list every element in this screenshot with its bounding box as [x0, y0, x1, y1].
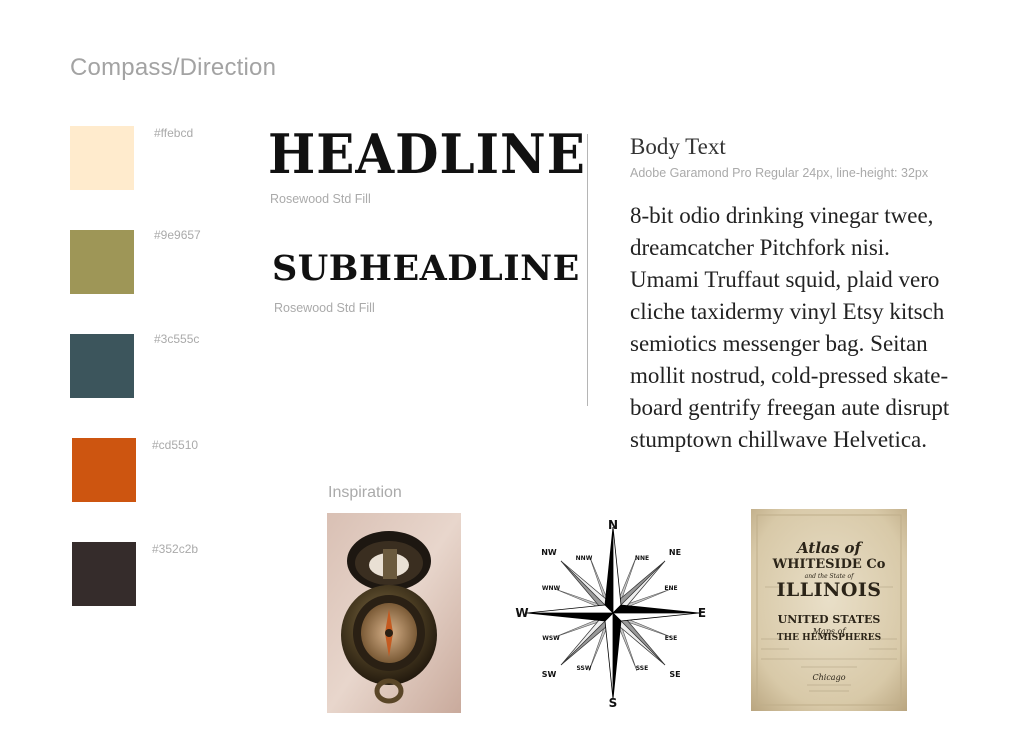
compass-rose-image: N E S W NE SE SW NW NNE ENE ESE SSE SSW … — [508, 514, 712, 710]
rose-label-sw: SW — [542, 670, 557, 679]
rose-label-w: W — [515, 606, 528, 620]
swatch-hex-label: #352c2b — [152, 542, 199, 556]
subheadline-font-caption: Rosewood Std Fill — [274, 301, 375, 315]
body-text-line: stumptown chillwave Helvetica. — [630, 427, 928, 452]
compass-photo — [327, 513, 461, 713]
headline-sample: HEADLINE — [268, 122, 586, 186]
rose-label-wnw: WNW — [542, 585, 561, 592]
rose-label-nw: NW — [541, 548, 557, 557]
compass-rose-illustration: N E S W NE SE SW NW NNE ENE ESE SSE SSW … — [515, 518, 706, 710]
rose-label-nnw: NNW — [576, 555, 593, 562]
rose-label-wsw: WSW — [542, 635, 560, 642]
rose-label-ssw: SSW — [577, 665, 592, 672]
rose-label-se: SE — [669, 670, 680, 679]
headline-font-caption: Rosewood Std Fill — [270, 192, 371, 206]
rose-label-nne: NNE — [635, 555, 649, 562]
rose-label-s: S — [609, 696, 618, 710]
page-title: Compass/Direction — [70, 54, 277, 81]
vertical-divider — [587, 134, 588, 406]
atlas-line: WHITESIDE Co — [772, 557, 886, 572]
swatch-hex-label: #3c555c — [154, 332, 200, 346]
body-text-line: semiotics messenger bag. Seitan — [630, 331, 928, 356]
body-text-title: Body Text — [630, 134, 726, 159]
rose-label-ese: ESE — [665, 635, 678, 642]
body-text-line: 8-bit odio drinking vinegar twee, — [630, 203, 934, 228]
swatch-hex-label: #cd5510 — [152, 438, 199, 452]
atlas-cover-image: Atlas of WHITESIDE Co and the State of I… — [751, 509, 907, 711]
rose-label-ene: ENE — [664, 585, 677, 592]
color-swatch — [70, 126, 134, 190]
rose-label-ne: NE — [669, 548, 681, 557]
rose-label-e: E — [698, 606, 706, 620]
atlas-line: Chicago — [812, 673, 846, 682]
swatch-hex-label: #9e9657 — [154, 228, 201, 242]
body-text-spec: Adobe Garamond Pro Regular 24px, line-he… — [630, 166, 929, 180]
inspiration-title: Inspiration — [328, 484, 402, 501]
color-swatch — [72, 438, 136, 502]
subheadline-sample: SUBHEADLINE — [272, 248, 580, 289]
color-swatch — [70, 334, 134, 398]
rose-label-sse: SSE — [636, 665, 648, 672]
body-text-line: Umami Truffaut squid, plaid vero — [630, 267, 940, 292]
atlas-line: Atlas of — [797, 539, 861, 557]
body-text-line: board gentrify freegan aute disrupt — [630, 395, 950, 420]
body-text-line: cliche taxidermy vinyl Etsy kitsch — [630, 299, 945, 324]
atlas-line: UNITED STATES — [777, 613, 881, 626]
color-swatch — [70, 230, 134, 294]
atlas-line: THE HEMISPHERES — [776, 633, 882, 643]
compass-photo-illustration — [327, 513, 461, 713]
color-swatch — [72, 542, 136, 606]
body-text-line: mollit nostrud, cold-pressed skate- — [630, 363, 949, 388]
body-text-line: dreamcatcher Pitchfork nisi. — [630, 235, 890, 260]
rose-label-n: N — [608, 518, 618, 532]
swatch-hex-label: #ffebcd — [154, 126, 194, 140]
atlas-line: ILLINOIS — [776, 579, 882, 601]
body-text-sample: 8-bit odio drinking vinegar twee, dreamc… — [630, 200, 970, 456]
